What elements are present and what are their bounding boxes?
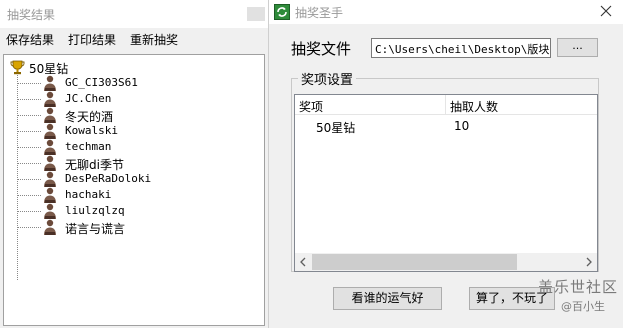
lottery-file-path-input[interactable]: C:\Users\cheil\Desktop\版块活 <box>371 38 551 58</box>
user-icon <box>43 75 57 91</box>
tree-item-winner[interactable]: 无聊di季节 <box>17 155 257 172</box>
tree-item-winner[interactable]: GC_CI303S61 <box>17 75 257 91</box>
prize-name-cell: 50星钻 <box>316 121 356 135</box>
menu-print-results[interactable]: 打印结果 <box>68 31 116 48</box>
winner-name: 诺言与谎言 <box>65 222 126 236</box>
user-icon <box>43 171 57 187</box>
draw-count-cell: 10 <box>454 119 470 133</box>
scroll-thumb[interactable] <box>312 254 517 270</box>
tree-item-winner[interactable]: techman <box>17 139 257 155</box>
winner-name: hachaki <box>65 188 112 201</box>
scroll-left-button[interactable] <box>295 253 312 271</box>
tree-item-winner[interactable]: JC.Chen <box>17 91 257 107</box>
menu-redraw[interactable]: 重新抽奖 <box>130 31 178 48</box>
results-menubar: 保存结果 打印结果 重新抽奖 <box>0 28 268 49</box>
menu-save-results[interactable]: 保存结果 <box>6 31 54 48</box>
tree-item-winner[interactable]: hachaki <box>17 187 257 203</box>
results-window: 抽奖结果 保存结果 打印结果 重新抽奖 50星钻 GC_CI303S61 JC.C… <box>0 0 268 328</box>
close-icon <box>600 5 612 17</box>
tree-item-winner[interactable]: 冬天的酒 <box>17 107 257 124</box>
watermark-logo-text: 盖乐世社区 <box>538 278 619 296</box>
results-titlebar[interactable]: 抽奖结果 <box>0 0 268 28</box>
winner-name: JC.Chen <box>65 92 112 105</box>
tree-branch-line <box>17 131 41 132</box>
tree-branch-line <box>17 211 41 212</box>
close-button[interactable] <box>591 0 621 22</box>
browse-button[interactable]: ... <box>557 38 598 57</box>
user-icon <box>43 91 57 107</box>
prize-settings-title: 奖项设置 <box>298 69 357 88</box>
prize-table-header: 奖项 抽取人数 <box>295 95 597 115</box>
lottery-window-title: 抽奖圣手 <box>295 6 344 20</box>
lottery-titlebar[interactable]: 抽奖圣手 <box>269 0 623 24</box>
results-window-title: 抽奖结果 <box>7 8 56 22</box>
watermark-author: @百小生 <box>561 300 605 313</box>
tree-item-winner[interactable]: DesPeRaDoloki <box>17 171 257 187</box>
scroll-right-button[interactable] <box>580 253 597 271</box>
table-row[interactable]: 50星钻 10 <box>295 117 597 135</box>
chevron-left-icon <box>300 257 306 267</box>
trophy-icon <box>10 60 25 75</box>
winner-name: DesPeRaDoloki <box>65 172 152 185</box>
tree-branch-line <box>17 99 41 100</box>
column-header-prize[interactable]: 奖项 <box>295 95 446 115</box>
user-icon <box>43 123 57 139</box>
prize-table[interactable]: 奖项 抽取人数 50星钻 10 <box>294 94 598 272</box>
results-tree[interactable]: 50星钻 GC_CI303S61 JC.Chen 冬天的酒 Kowalski techm… <box>3 54 265 326</box>
lottery-file-label: 抽奖文件 <box>291 40 352 58</box>
tree-item-winner[interactable]: Kowalski <box>17 123 257 139</box>
tree-branch-line <box>17 179 41 180</box>
results-titlebar-button[interactable] <box>247 7 265 21</box>
winner-name: liulzqlzq <box>65 204 125 217</box>
chevron-right-icon <box>586 257 592 267</box>
tree-branch-line <box>17 83 41 84</box>
tree-branch-line <box>17 115 41 116</box>
tree-branch-line <box>17 195 41 196</box>
tree-item-winner[interactable]: 诺言与谎言 <box>17 219 257 236</box>
user-icon <box>43 219 57 235</box>
user-icon <box>43 139 57 155</box>
user-icon <box>43 203 57 219</box>
horizontal-scrollbar[interactable] <box>295 253 597 271</box>
user-icon <box>43 107 57 123</box>
user-icon <box>43 155 57 171</box>
user-icon <box>43 187 57 203</box>
column-header-draw-count[interactable]: 抽取人数 <box>446 95 597 115</box>
winner-name: GC_CI303S61 <box>65 76 138 89</box>
draw-button[interactable]: 看谁的运气好 <box>333 287 442 310</box>
tree-branch-line <box>17 227 41 228</box>
tree-branch-line <box>17 163 41 164</box>
app-icon <box>274 4 290 20</box>
tree-branch-line <box>17 147 41 148</box>
tree-item-winner[interactable]: liulzqlzq <box>17 203 257 219</box>
winner-name: Kowalski <box>65 124 118 137</box>
winner-name: techman <box>65 140 112 153</box>
